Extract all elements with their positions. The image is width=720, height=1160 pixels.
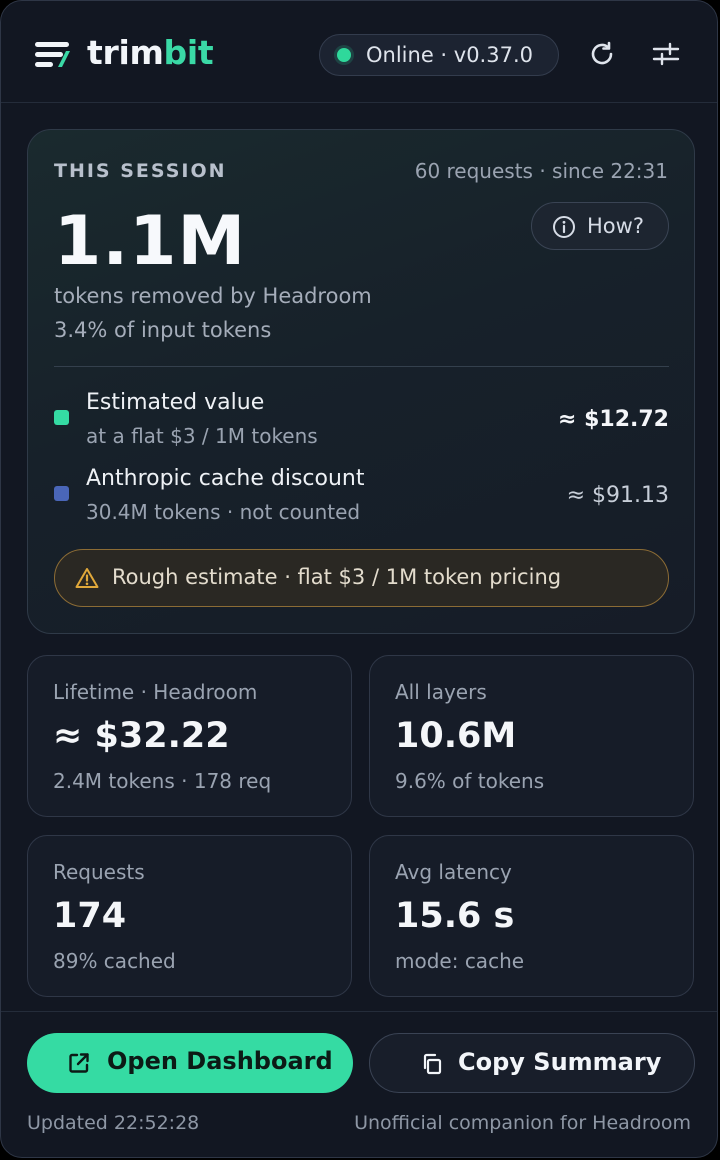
stat-foot: 2.4M tokens · 178 req xyxy=(53,769,272,793)
divider xyxy=(54,366,669,367)
app-name: trimbit xyxy=(87,33,214,72)
estimated-value-amount: ≈ $12.72 xyxy=(558,407,669,432)
cache-discount-amount: ≈ $91.13 xyxy=(566,483,669,508)
header: trimbit Online · v0.37.0 xyxy=(1,1,717,103)
stat-label: Requests xyxy=(53,860,145,884)
refresh-icon[interactable] xyxy=(585,37,619,71)
stat-value: 10.6M xyxy=(395,716,517,756)
online-dot-icon xyxy=(337,48,351,62)
copy-summary-label: Copy Summary xyxy=(458,1048,662,1076)
external-link-icon xyxy=(69,1053,89,1073)
trimbit-window: trimbit Online · v0.37.0 THIS SESSION 60… xyxy=(0,0,718,1158)
stat-lifetime: Lifetime · Headroom ≈ $32.22 2.4M tokens… xyxy=(27,655,352,817)
stat-label: All layers xyxy=(395,680,487,704)
estimated-value-sub: at a flat $3 / 1M tokens xyxy=(86,424,318,448)
status-text: Online · v0.37.0 xyxy=(366,43,533,67)
session-meta: 60 requests · since 22:31 xyxy=(414,159,668,183)
cache-discount-swatch xyxy=(54,486,69,501)
stat-value: 15.6 s xyxy=(395,896,515,936)
estimated-value-row: Estimated value at a flat $3 / 1M tokens… xyxy=(54,390,669,450)
cache-discount-row: Anthropic cache discount 30.4M tokens · … xyxy=(54,466,669,526)
tokens-removed-caption: tokens removed by Headroom xyxy=(54,284,372,308)
updated-timestamp: Updated 22:52:28 xyxy=(27,1112,200,1134)
estimate-warning: Rough estimate · flat $3 / 1M token pric… xyxy=(54,549,669,607)
open-dashboard-label: Open Dashboard xyxy=(107,1047,333,1075)
tagline: Unofficial companion for Headroom xyxy=(354,1112,691,1134)
stat-all-layers: All layers 10.6M 9.6% of tokens xyxy=(369,655,694,817)
settings-sliders-icon[interactable] xyxy=(649,37,683,71)
copy-summary-button[interactable]: Copy Summary xyxy=(369,1033,695,1093)
tokens-removed-value: 1.1M xyxy=(54,202,247,281)
footer: Open Dashboard Copy Summary Updated 22:5… xyxy=(1,1011,717,1157)
estimated-value-title: Estimated value xyxy=(86,390,265,415)
warning-text: Rough estimate · flat $3 / 1M token pric… xyxy=(112,565,562,589)
stat-value: 174 xyxy=(53,896,127,936)
session-card: THIS SESSION 60 requests · since 22:31 H… xyxy=(27,129,695,634)
warning-icon xyxy=(75,568,99,588)
app-name-part2: bit xyxy=(163,33,214,72)
stat-label: Avg latency xyxy=(395,860,512,884)
stat-value: ≈ $32.22 xyxy=(53,716,230,756)
stat-avg-latency: Avg latency 15.6 s mode: cache xyxy=(369,835,694,997)
stat-foot: 9.6% of tokens xyxy=(395,769,545,793)
input-share-caption: 3.4% of input tokens xyxy=(54,318,272,342)
estimated-value-swatch xyxy=(54,410,69,425)
how-button-label: How? xyxy=(587,214,644,238)
info-icon xyxy=(553,216,575,238)
how-button[interactable]: How? xyxy=(531,202,669,250)
stat-foot: mode: cache xyxy=(395,949,525,973)
status-badge: Online · v0.37.0 xyxy=(319,34,559,76)
cache-discount-title: Anthropic cache discount xyxy=(86,466,365,491)
open-dashboard-button[interactable]: Open Dashboard xyxy=(27,1033,353,1093)
stat-foot: 89% cached xyxy=(53,949,176,973)
session-eyebrow: THIS SESSION xyxy=(54,160,227,182)
cache-discount-sub: 30.4M tokens · not counted xyxy=(86,500,361,524)
app-name-part1: trim xyxy=(87,33,164,72)
stat-label: Lifetime · Headroom xyxy=(53,680,258,704)
trimbit-logo-icon xyxy=(35,42,70,67)
stat-requests: Requests 174 89% cached xyxy=(27,835,352,997)
copy-icon xyxy=(423,1053,442,1075)
